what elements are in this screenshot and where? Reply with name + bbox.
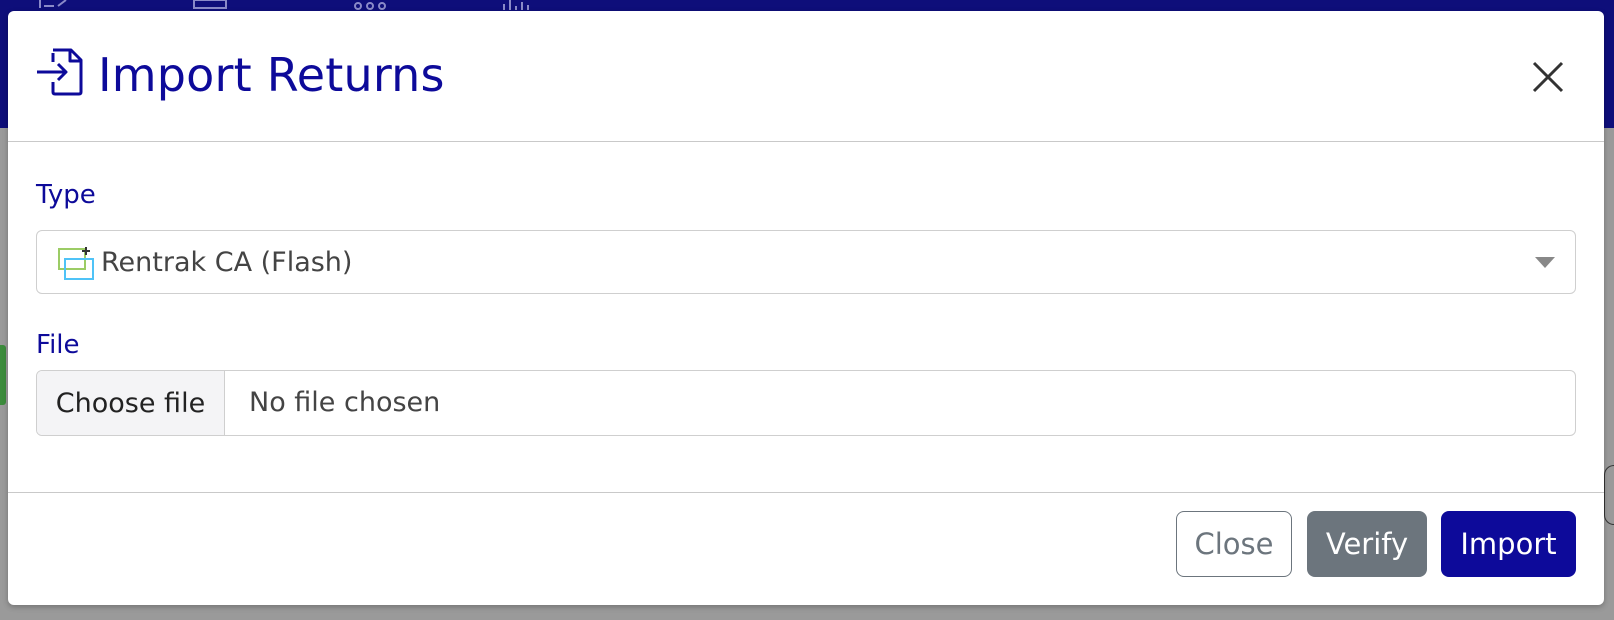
analytics-icon <box>503 0 529 10</box>
choose-file-button[interactable]: Choose file <box>37 371 225 435</box>
modal-title: Import Returns <box>98 48 445 102</box>
import-returns-modal: Import Returns Type Rentrak CA (Flash) F… <box>8 11 1604 605</box>
background-side-tab <box>0 345 6 405</box>
calendar-icon <box>193 0 227 9</box>
report-icon <box>39 0 67 8</box>
file-input[interactable]: Choose file No file chosen <box>36 370 1576 436</box>
modal-body: Type Rentrak CA (Flash) File Choose file… <box>8 142 1604 493</box>
close-button[interactable]: Close <box>1176 511 1292 577</box>
file-status-text: No file chosen <box>249 387 441 418</box>
type-label: Type <box>36 180 96 210</box>
type-selected-value: Rentrak CA (Flash) <box>101 247 353 278</box>
rentrak-ca-icon <box>58 247 94 280</box>
import-button[interactable]: Import <box>1441 511 1576 577</box>
network-icon <box>354 2 386 10</box>
type-select[interactable]: Rentrak CA (Flash) <box>36 230 1576 294</box>
file-import-icon <box>37 48 83 96</box>
chevron-down-icon <box>1535 257 1555 268</box>
modal-header: Import Returns <box>8 11 1604 142</box>
file-label: File <box>36 330 80 360</box>
close-icon[interactable] <box>1528 57 1568 97</box>
background-edge-element <box>1604 465 1614 525</box>
verify-button[interactable]: Verify <box>1307 511 1427 577</box>
